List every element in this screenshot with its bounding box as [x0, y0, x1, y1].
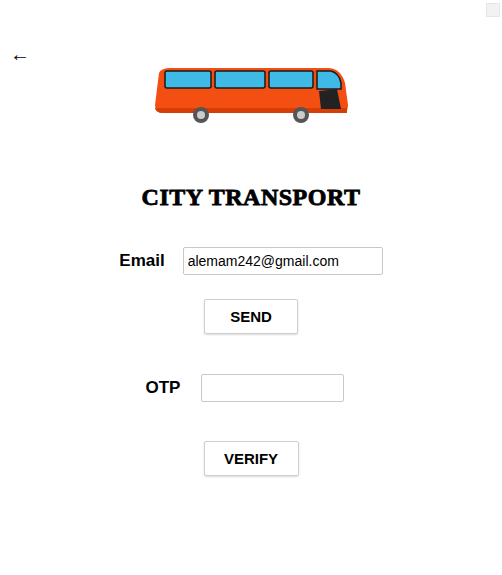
otp-input[interactable] — [201, 374, 344, 402]
otp-row: OTP — [0, 374, 502, 402]
bus-logo-icon — [0, 65, 502, 125]
verify-button[interactable]: VERIFY — [204, 441, 299, 476]
email-label: Email — [119, 250, 164, 272]
window-bar — [0, 0, 502, 20]
send-button[interactable]: SEND — [204, 299, 298, 334]
email-input[interactable] — [183, 247, 383, 275]
back-button[interactable]: ← — [0, 42, 30, 66]
otp-label: OTP — [146, 377, 181, 399]
email-row: Email — [0, 247, 502, 275]
app-title: CITY TRANSPORT — [0, 182, 502, 212]
login-screen: ← CITY TRANSPORT Email SEND OTP VERIFY — [0, 0, 502, 476]
close-button[interactable] — [486, 3, 500, 17]
